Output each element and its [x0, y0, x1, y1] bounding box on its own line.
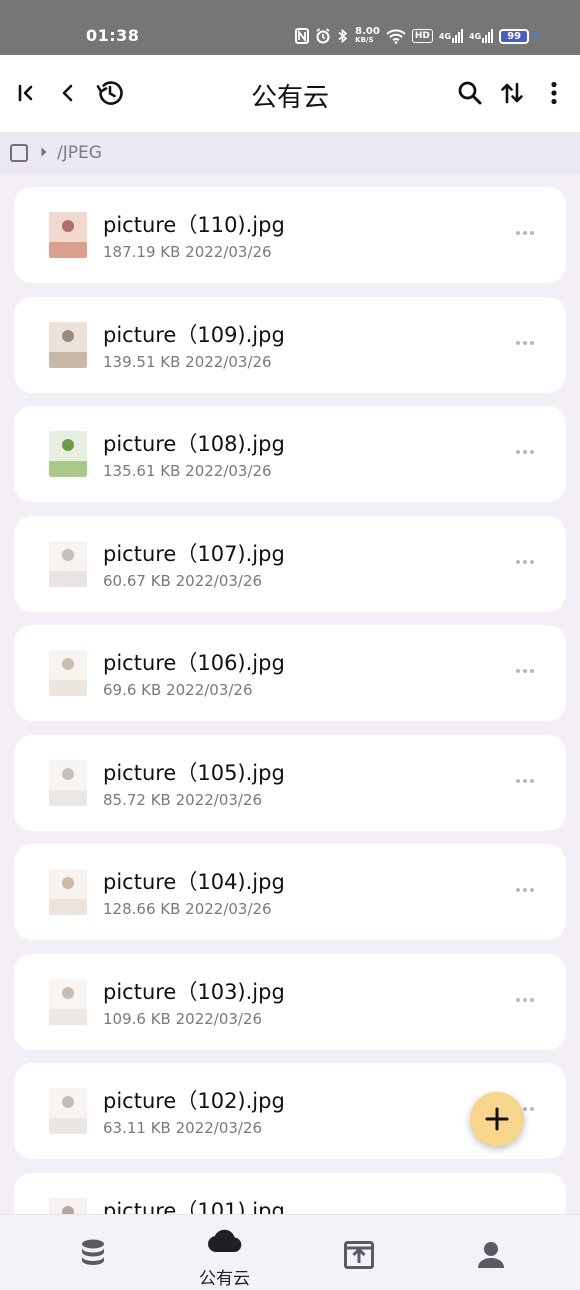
bottom-navigation: 公有云 [0, 1214, 580, 1289]
more-horizontal-icon[interactable] [516, 340, 534, 345]
file-name: picture（110).jpg [103, 213, 285, 237]
file-meta: 139.51 KB 2022/03/26 [103, 352, 272, 371]
bluetooth-icon [337, 28, 349, 44]
add-button[interactable] [470, 1092, 524, 1146]
file-list-item[interactable]: picture（107).jpg 60.67 KB 2022/03/26 [14, 515, 566, 612]
file-list-item[interactable]: picture（109).jpg 139.51 KB 2022/03/26 [14, 296, 566, 393]
file-thumbnail [49, 869, 87, 915]
caret-right-icon [41, 147, 47, 157]
file-list-item[interactable]: picture（110).jpg 187.19 KB 2022/03/26 [14, 187, 566, 283]
search-button[interactable] [452, 75, 488, 111]
file-thumbnail [49, 1088, 87, 1134]
file-list-item[interactable]: picture（101).jpg [14, 1172, 566, 1215]
file-meta: 109.6 KB 2022/03/26 [103, 1009, 263, 1028]
file-thumbnail [49, 650, 87, 696]
more-horizontal-icon[interactable] [516, 888, 534, 892]
file-name: picture（106).jpg [103, 651, 285, 675]
file-meta: 135.61 KB 2022/03/26 [103, 462, 272, 480]
file-name: picture（101).jpg [103, 1198, 285, 1215]
more-horizontal-icon[interactable] [516, 559, 534, 564]
file-meta: 187.19 KB 2022/03/26 [103, 243, 272, 261]
nav-item-profile[interactable] [418, 1215, 563, 1290]
sort-icon [501, 82, 523, 104]
select-all-checkbox[interactable] [10, 144, 28, 162]
file-name: picture（102).jpg [103, 1089, 285, 1113]
page-title: 公有云 [250, 83, 329, 113]
battery-icon: 99 [499, 28, 530, 44]
file-name: picture（103).jpg [103, 979, 285, 1004]
file-thumbnail [49, 431, 87, 477]
file-meta: 63.11 KB 2022/03/26 [103, 1119, 263, 1137]
file-name: picture（108).jpg [103, 432, 285, 456]
breadcrumb-path[interactable]: /JPEG [57, 143, 102, 163]
file-list[interactable]: picture（110).jpg 187.19 KB 2022/03/26 pict… [0, 174, 580, 1214]
status-bar: 01:38 8.00 KB/S HD 4G 4G 99 ⚡ [0, 0, 580, 55]
signal-1-icon: 4G [439, 29, 464, 43]
file-meta: 128.66 KB 2022/03/26 [103, 900, 272, 918]
file-name: picture（107).jpg [103, 541, 285, 566]
charging-icon: ⚡ [532, 28, 542, 44]
hd-badge: HD [411, 29, 433, 43]
app-bar: 公有云 [0, 55, 580, 132]
wifi-icon [386, 28, 406, 44]
nav-item-local[interactable] [20, 1215, 165, 1290]
file-name: picture（105).jpg [103, 760, 285, 785]
more-horizontal-icon[interactable] [516, 778, 534, 783]
nav-item-upload[interactable] [286, 1215, 431, 1290]
more-horizontal-icon[interactable] [516, 669, 534, 673]
file-list-item[interactable]: picture（108).jpg 135.61 KB 2022/03/26 [14, 406, 566, 502]
plus-icon [485, 1107, 509, 1131]
more-horizontal-icon[interactable] [516, 450, 534, 454]
file-thumbnail [49, 1197, 87, 1214]
status-time: 01:38 [86, 26, 140, 45]
person-icon [477, 1242, 504, 1268]
file-meta: 85.72 KB 2022/03/26 [103, 790, 263, 809]
file-thumbnail [49, 759, 87, 806]
file-list-item[interactable]: picture（104).jpg 128.66 KB 2022/03/26 [14, 844, 566, 940]
alarm-icon [315, 28, 331, 44]
upload-icon [343, 1241, 374, 1269]
signal-2-icon: 4G [469, 29, 494, 43]
cloud-icon [207, 1229, 241, 1252]
breadcrumb: /JPEG [0, 132, 580, 174]
file-thumbnail [49, 540, 87, 587]
more-horizontal-icon[interactable] [516, 997, 534, 1002]
file-list-item[interactable]: picture（105).jpg 85.72 KB 2022/03/26 [14, 734, 566, 831]
more-options-button[interactable] [536, 75, 572, 111]
file-thumbnail [49, 321, 87, 368]
nav-item-public-cloud[interactable]: 公有云 [152, 1215, 297, 1290]
status-icons: 8.00 KB/S HD 4G 4G 99 ⚡ [295, 24, 542, 48]
file-name: picture（104).jpg [103, 870, 285, 894]
file-thumbnail [49, 978, 87, 1025]
file-meta: 60.67 KB 2022/03/26 [103, 571, 263, 590]
network-speed: 8.00 KB/S [355, 26, 380, 45]
file-list-item[interactable]: picture（103).jpg 109.6 KB 2022/03/26 [14, 953, 566, 1050]
nav-item-label: 公有云 [199, 1269, 250, 1289]
nfc-icon [295, 28, 310, 44]
more-vertical-icon [551, 81, 557, 105]
file-meta: 69.6 KB 2022/03/26 [103, 681, 253, 699]
file-name: picture（109).jpg [103, 322, 285, 347]
database-icon [81, 1239, 104, 1265]
file-thumbnail [49, 212, 87, 258]
sort-button[interactable] [494, 75, 530, 111]
file-list-item[interactable]: picture（106).jpg 69.6 KB 2022/03/26 [14, 625, 566, 721]
more-horizontal-icon[interactable] [516, 231, 534, 235]
search-icon [458, 81, 482, 105]
